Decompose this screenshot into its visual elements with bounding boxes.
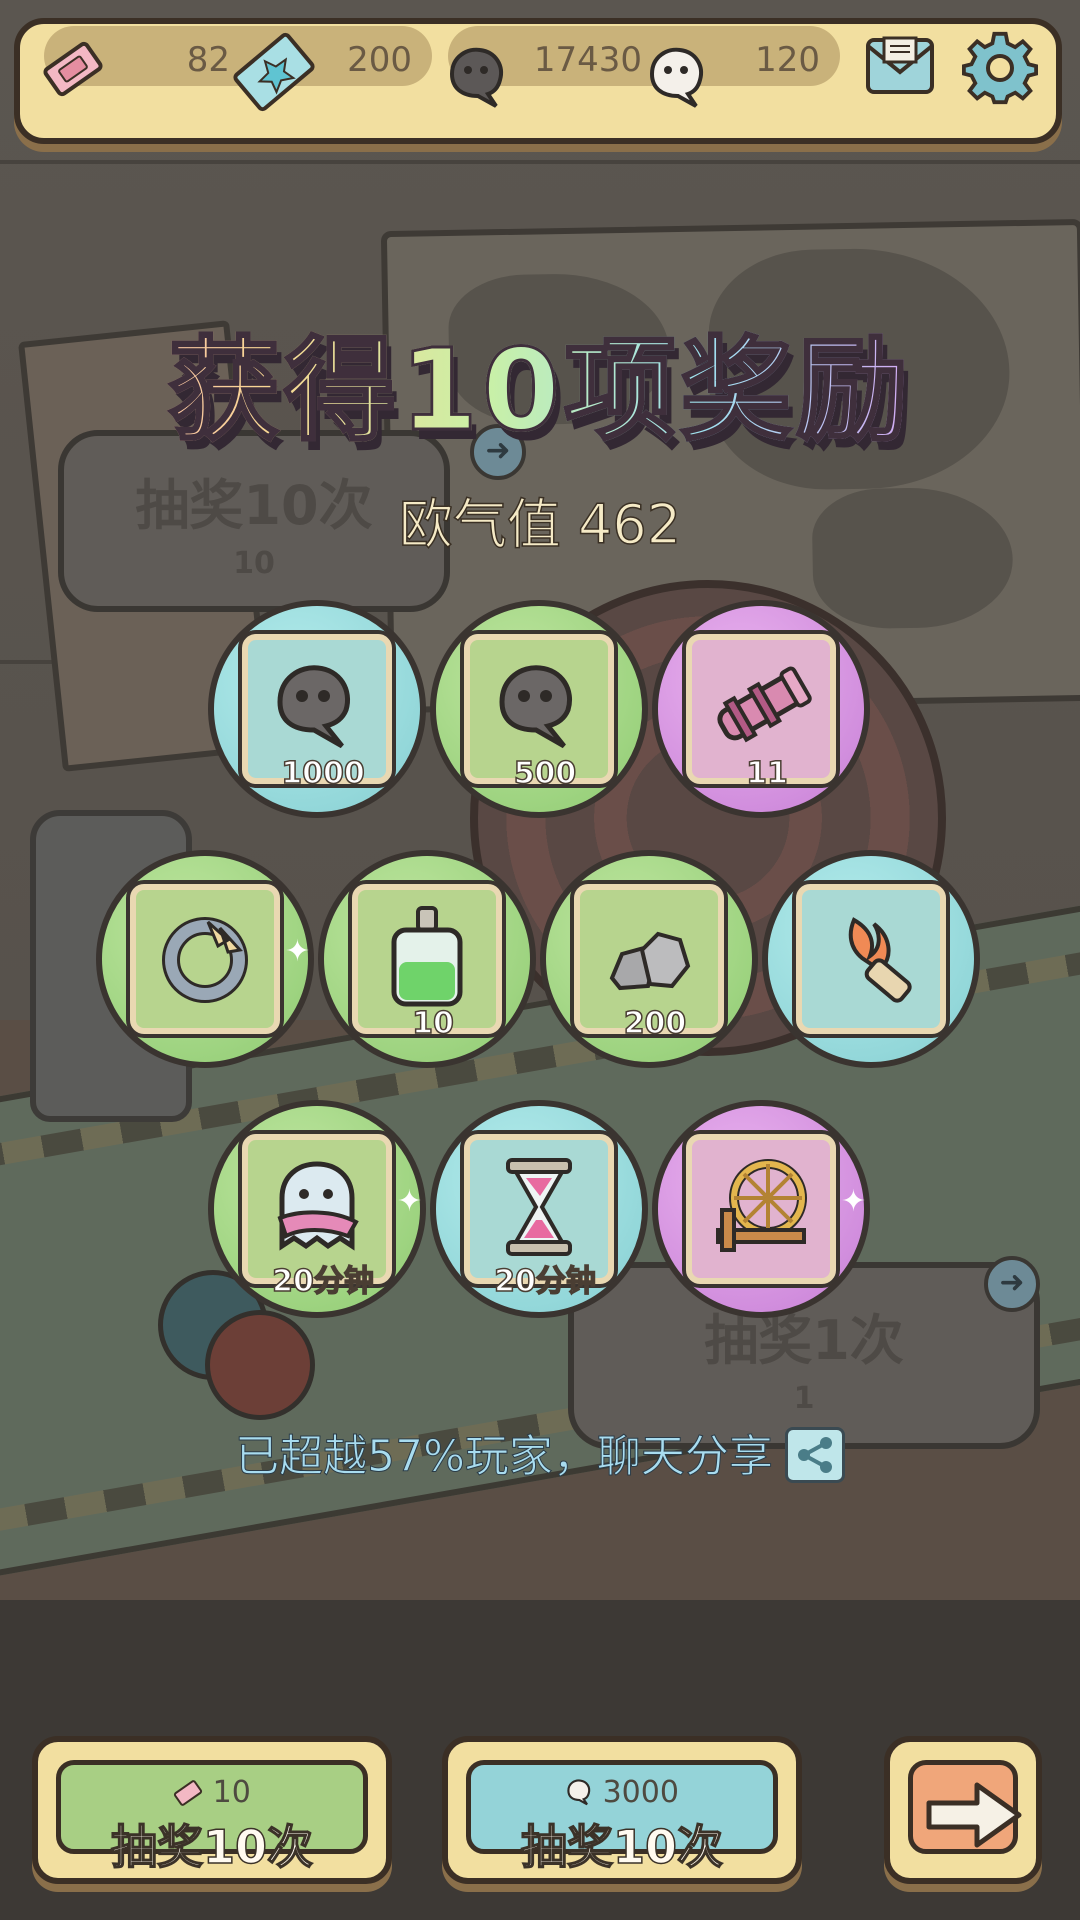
reward-item[interactable]: ✦ — [652, 1100, 870, 1318]
cannon-icon — [717, 666, 812, 743]
ghost-cloak-icon — [277, 1161, 359, 1251]
reward-item[interactable]: 10 — [318, 850, 536, 1068]
reward-item[interactable]: ✦ — [96, 850, 314, 1068]
dimension-ticket-count: 200 — [347, 40, 412, 80]
potion-bottle-icon — [391, 906, 463, 1007]
reward-item[interactable]: 200 — [540, 850, 758, 1068]
reward-item[interactable]: 1000 — [208, 600, 426, 818]
sparkle-icon: ✦ — [396, 1184, 422, 1219]
reward-card — [130, 884, 280, 1034]
reward-quantity: 200 — [623, 1005, 687, 1042]
share-icon[interactable] — [784, 1427, 845, 1483]
reward-quantity: 500 — [513, 755, 577, 792]
flame-scroll-icon — [848, 917, 912, 1003]
white-soul-icon — [644, 44, 710, 114]
claw-ring-icon — [162, 917, 248, 1003]
share-row[interactable]: 已超越57%玩家，聊天分享 — [0, 1420, 1080, 1487]
gear-icon — [962, 31, 1039, 105]
luck-value: 欧气值 462 — [398, 492, 682, 557]
bg-arrow-icon: ➜ — [984, 1256, 1040, 1312]
ticket-draw10-face: 10 抽奖10次 — [56, 1760, 368, 1875]
ticket-count: 82 — [186, 40, 230, 80]
ticket-draw10-cost: 10 — [212, 1775, 251, 1810]
reward-item[interactable]: ✦ 20分钟 — [208, 1100, 426, 1318]
reward-quantity: 1000 — [281, 755, 366, 792]
white-soul-icon — [567, 1779, 591, 1806]
next-button-face — [908, 1760, 1022, 1854]
reward-quantity: 20分钟 — [493, 1263, 596, 1300]
share-text: 已超越57%玩家，聊天分享 — [235, 1431, 774, 1483]
reward-item[interactable]: 11 — [652, 600, 870, 818]
reward-item[interactable]: 500 — [430, 600, 648, 818]
reward-item[interactable] — [762, 850, 980, 1068]
soul-draw10-cost-row: 3000 — [471, 1775, 773, 1810]
ticket-draw10-label: 抽奖10次 — [110, 1819, 314, 1875]
hourglass-icon — [506, 1158, 572, 1256]
reward-card — [686, 1134, 836, 1284]
reward-item[interactable]: 20分钟 — [430, 1100, 648, 1318]
soul-icon — [444, 44, 510, 114]
reward-quantity: 20分钟 — [271, 1263, 374, 1300]
soul-icon — [499, 665, 572, 749]
next-button[interactable] — [884, 1736, 1042, 1884]
mail-button[interactable] — [864, 36, 936, 96]
wall-plank — [0, 160, 1080, 164]
red-ball — [205, 1310, 315, 1420]
ticket-icon — [174, 1780, 203, 1806]
soul-draw10-cost: 3000 — [602, 1775, 679, 1810]
settings-button[interactable] — [962, 30, 1039, 106]
soul-icon — [277, 665, 350, 749]
ticket-draw10-cost-row: 10 — [61, 1775, 363, 1810]
sparkle-icon: ✦ — [284, 934, 310, 969]
reward-title: 获得10项奖励 — [0, 300, 1080, 462]
white-soul-count: 120 — [755, 40, 820, 80]
soul-draw10-label: 抽奖10次 — [520, 1819, 724, 1875]
ticket-draw10-button[interactable]: 10 抽奖10次 — [32, 1736, 392, 1884]
arrow-right-icon — [926, 1782, 1022, 1848]
mail-icon — [866, 36, 934, 94]
spinning-wheel-icon — [716, 1159, 807, 1252]
reward-card — [796, 884, 946, 1034]
sparkle-icon: ✦ — [840, 1184, 866, 1219]
dimension-ticket-icon — [226, 24, 322, 124]
reward-quantity: 10 — [411, 1005, 454, 1042]
ticket-icon — [38, 34, 108, 108]
soul-count: 17430 — [533, 40, 642, 80]
soul-draw10-button[interactable]: 3000 抽奖10次 — [442, 1736, 802, 1884]
bg-draw1-cost: 1 — [793, 1380, 815, 1416]
reward-quantity: 11 — [745, 755, 788, 792]
stone-ore-icon — [609, 931, 691, 991]
soul-draw10-face: 3000 抽奖10次 — [466, 1760, 778, 1875]
